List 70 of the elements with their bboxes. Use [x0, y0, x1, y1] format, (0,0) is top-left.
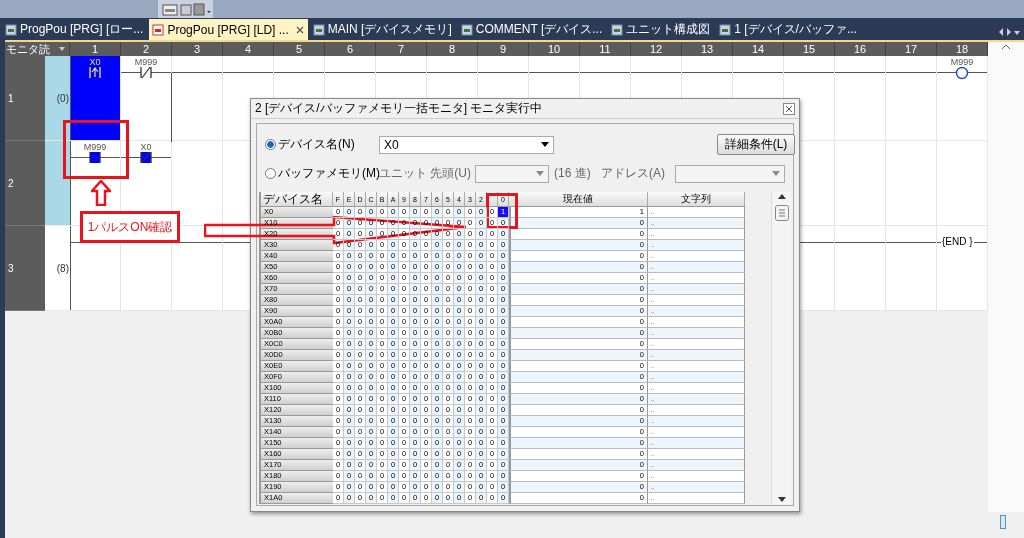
scroll-down-icon[interactable]: [777, 497, 786, 502]
document-tab[interactable]: ProgPou [PRG] [ロー...: [2, 19, 148, 40]
device-radio[interactable]: デバイス名(N): [259, 136, 379, 153]
column-header: 4: [223, 42, 274, 56]
document-icon: [312, 23, 325, 36]
dialog-title: 2 [デバイス/バッファメモリ一括モニタ] モニタ実行中: [255, 100, 543, 117]
document-icon: [152, 23, 165, 36]
end-instruction: {END }: [941, 236, 974, 248]
column-header: 3: [172, 42, 223, 56]
corner-label: モニタ読: [6, 41, 50, 57]
highlight-frame: [486, 193, 518, 229]
column-header: 12: [631, 42, 682, 56]
column-header: 11: [580, 42, 631, 56]
column-header: 18: [937, 42, 988, 56]
column-header: 10: [529, 42, 580, 56]
step-number: (0): [56, 92, 69, 104]
column-header: 6: [325, 42, 376, 56]
document-tab[interactable]: ユニット構成図: [608, 19, 715, 40]
callout-label: 1パルスON確認: [80, 211, 180, 243]
close-icon[interactable]: [295, 25, 304, 34]
column-header: 5: [274, 42, 325, 56]
device-label: M999: [134, 57, 158, 67]
document-icon: [611, 23, 624, 36]
highlight-frame: [63, 120, 129, 179]
column-header: 1: [70, 42, 121, 56]
document-tab[interactable]: ProgPou [PRG] [LD] ...: [149, 19, 308, 40]
step-number: (8): [56, 262, 69, 274]
column-header: 9: [478, 42, 529, 56]
column-header: 13: [682, 42, 733, 56]
device-dropdown[interactable]: X0: [379, 135, 554, 154]
close-icon[interactable]: [783, 102, 795, 115]
document-tab[interactable]: 1 [デバイス/バッファ...: [716, 19, 861, 40]
column-header: 2: [121, 42, 172, 56]
document-icon: [460, 23, 473, 36]
right-arrow-icon: [204, 214, 468, 246]
scroll-up-icon[interactable]: [1001, 44, 1011, 50]
row-number: 2: [5, 141, 45, 226]
unit-label: ユニット 先頭(U): [379, 165, 472, 182]
column-header: 15: [784, 42, 835, 56]
document-tab[interactable]: COMMENT [デバイス...: [457, 19, 607, 40]
column-header: 17: [886, 42, 937, 56]
scroll-thumb[interactable]: [774, 205, 789, 221]
device-label: M999: [950, 57, 974, 67]
detail-button[interactable]: 詳細条件(L): [717, 134, 795, 155]
column-header: 7: [376, 42, 427, 56]
dropdown-icon[interactable]: [59, 47, 65, 51]
row-number: 1: [5, 56, 45, 141]
tab-scroll-icon[interactable]: [998, 27, 1020, 37]
branch-wire: [171, 73, 172, 142]
document-icon: [5, 23, 17, 36]
column-header: 8: [427, 42, 478, 56]
column-header: 14: [733, 42, 784, 56]
scroll-up-icon[interactable]: [777, 194, 786, 199]
column-header: 文字列: [648, 192, 745, 207]
row-number: 3: [5, 226, 45, 311]
device-label: X0: [140, 142, 152, 152]
hex-label: (16 進): [553, 165, 592, 182]
column-header: 16: [835, 42, 886, 56]
up-arrow-icon: [91, 180, 111, 206]
column-header: デバイス名: [261, 192, 333, 207]
caret-icon: [772, 171, 780, 176]
buffer-radio[interactable]: バッファメモリ(M): [259, 165, 379, 182]
scroll-thumb[interactable]: [1000, 515, 1006, 529]
column-header: 現在値: [509, 192, 648, 207]
device-label: M999: [83, 142, 107, 152]
address-label: アドレス(A): [601, 165, 666, 182]
device-label: X0: [89, 57, 101, 67]
document-icon: [719, 23, 732, 36]
caret-icon: [536, 171, 544, 176]
document-tab[interactable]: MAIN [デバイスメモリ]: [309, 19, 456, 40]
